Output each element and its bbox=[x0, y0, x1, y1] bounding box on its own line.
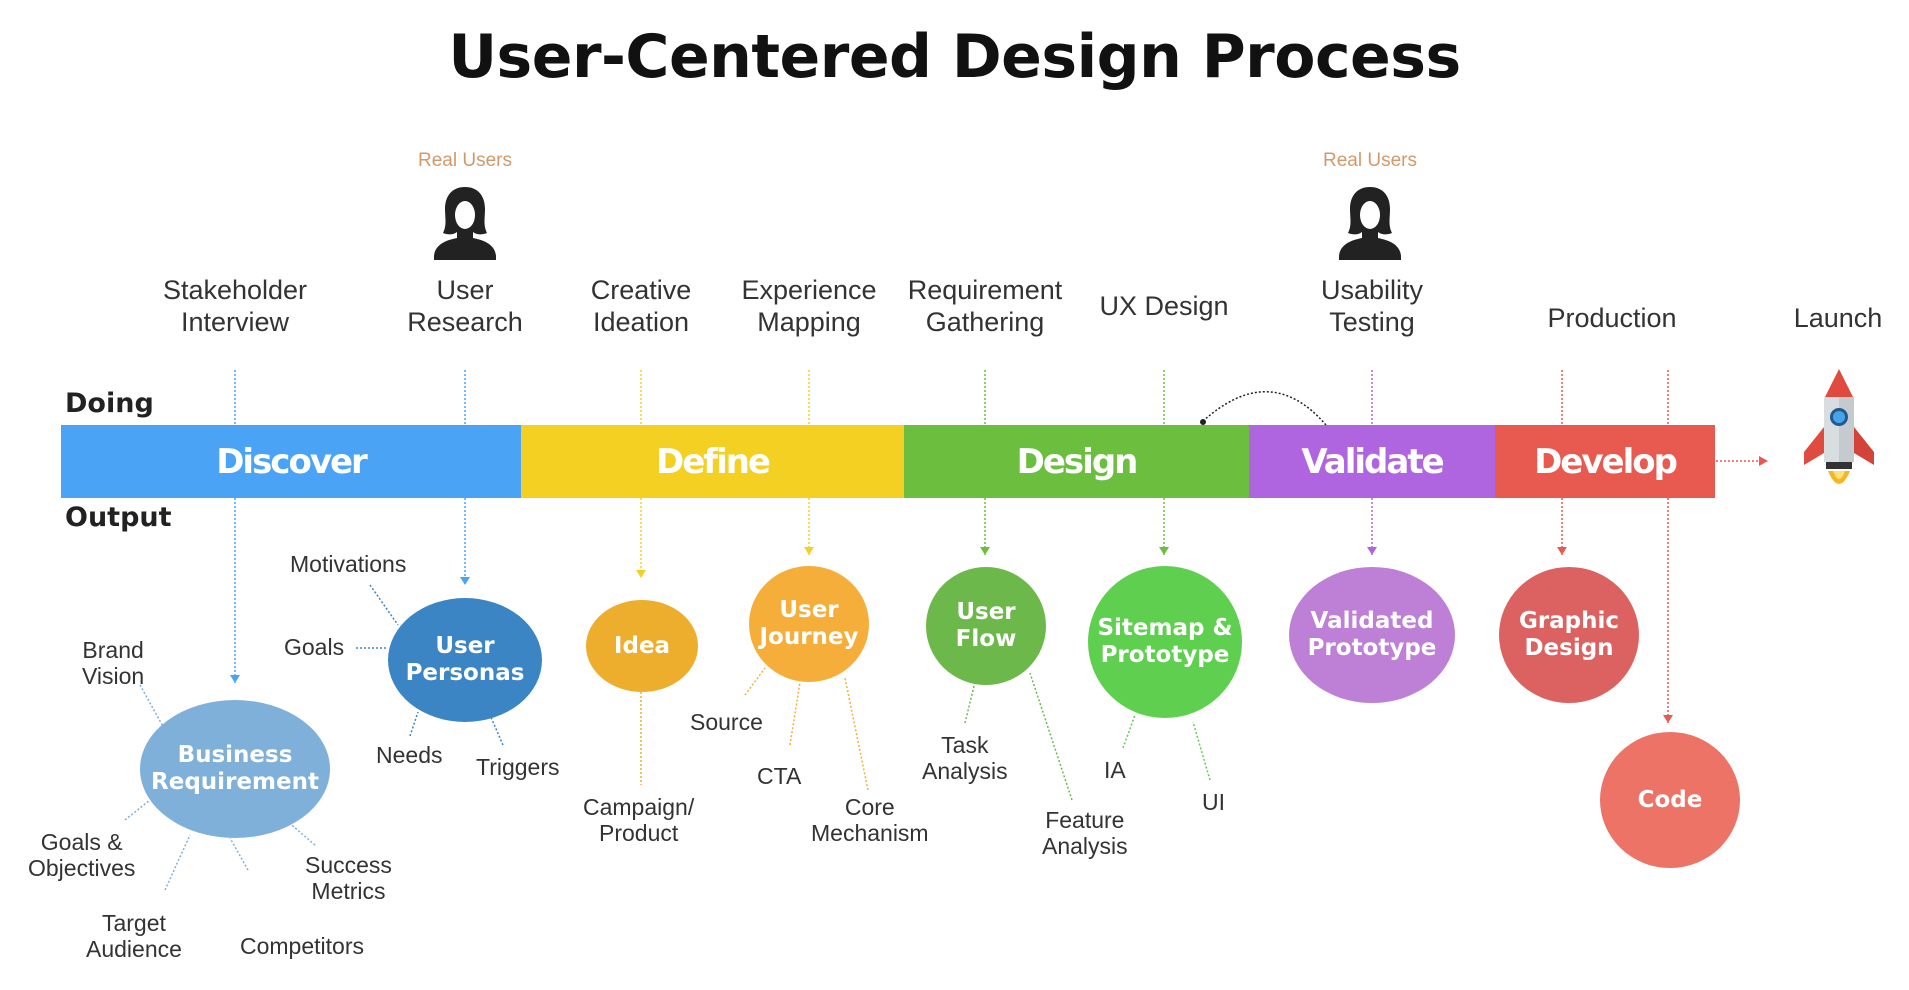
sub-item-connector bbox=[369, 584, 399, 626]
phase-define: Define bbox=[521, 425, 904, 498]
arrowhead bbox=[1159, 547, 1169, 555]
sub-item-connector bbox=[844, 677, 869, 791]
phase-validate: Validate bbox=[1249, 425, 1495, 498]
activity-ux-design: UX Design bbox=[1099, 291, 1229, 321]
sub-item-connector bbox=[744, 667, 766, 696]
activity-launch: Launch bbox=[1793, 303, 1883, 333]
real-users-label-testing: Real Users bbox=[1323, 150, 1417, 171]
sub-ui: UI bbox=[1202, 789, 1225, 815]
output-label: Output bbox=[65, 502, 172, 533]
activity-stakeholder-interview: Stakeholder Interview bbox=[162, 275, 308, 337]
sub-feature-analysis: Feature Analysis bbox=[1042, 807, 1128, 859]
sub-item-connector bbox=[489, 714, 504, 746]
arrowhead bbox=[1557, 547, 1567, 555]
arrowhead bbox=[230, 675, 240, 683]
sub-source: Source bbox=[690, 709, 763, 735]
phase-discover: Discover bbox=[61, 425, 521, 498]
arrowhead bbox=[1663, 715, 1673, 723]
rocket-icon bbox=[1800, 367, 1878, 502]
sub-brand-vision: Brand Vision bbox=[82, 637, 145, 689]
sub-triggers: Triggers bbox=[476, 754, 560, 780]
sub-item-connector bbox=[124, 799, 151, 821]
output-validated-prototype: Validated Prototype bbox=[1289, 567, 1455, 703]
sub-item-connector bbox=[1122, 714, 1136, 749]
arrowhead bbox=[1367, 547, 1377, 555]
phase-design: Design bbox=[904, 425, 1249, 498]
phase-develop: Develop bbox=[1495, 425, 1715, 498]
sub-motivations: Motivations bbox=[290, 551, 407, 577]
sub-task-analysis: Task Analysis bbox=[922, 732, 1008, 784]
sub-competitors: Competitors bbox=[240, 933, 364, 959]
sub-item-connector bbox=[964, 681, 976, 724]
arrowhead bbox=[460, 577, 470, 585]
sub-cta: CTA bbox=[757, 763, 802, 789]
output-code: Code bbox=[1600, 732, 1740, 868]
output-graphic-design: Graphic Design bbox=[1499, 567, 1639, 703]
arrowhead bbox=[636, 570, 646, 578]
sub-item-connector bbox=[164, 834, 191, 891]
output-user-journey: User Journey bbox=[749, 566, 869, 682]
output-sitemap-prototype: Sitemap & Prototype bbox=[1088, 566, 1242, 718]
person-icon bbox=[430, 185, 500, 266]
output-user-personas: User Personas bbox=[388, 598, 542, 722]
sub-core-mechanism: Core Mechanism bbox=[811, 794, 929, 846]
sub-item-connector bbox=[229, 837, 249, 871]
arrowhead bbox=[1759, 456, 1768, 466]
arrowhead bbox=[804, 547, 814, 555]
arrowhead bbox=[980, 547, 990, 555]
output-idea: Idea bbox=[586, 600, 698, 692]
sub-goals-objectives: Goals & Objectives bbox=[28, 829, 136, 881]
sub-item-connector bbox=[139, 684, 166, 731]
sub-needs: Needs bbox=[376, 742, 443, 768]
sub-campaign-product: Campaign/ Product bbox=[583, 794, 695, 846]
page-title: User-Centered Design Process bbox=[448, 22, 1461, 92]
sub-ia: IA bbox=[1104, 757, 1126, 783]
sub-success-metrics: Success Metrics bbox=[305, 852, 392, 904]
loop-arrow-icon bbox=[1201, 391, 1327, 426]
sub-target-audience: Target Audience bbox=[86, 910, 182, 962]
person-icon bbox=[1335, 185, 1405, 266]
real-users-label-research: Real Users bbox=[418, 150, 512, 171]
sub-item-connector bbox=[1192, 721, 1211, 781]
activity-production: Production bbox=[1547, 303, 1677, 333]
output-business-requirement: Business Requirement bbox=[140, 700, 330, 838]
sub-item-connector bbox=[409, 711, 419, 737]
activity-usability-testing: Usability Testing bbox=[1320, 275, 1424, 337]
output-user-flow: User Flow bbox=[926, 567, 1046, 685]
sub-item-connector bbox=[1029, 672, 1073, 801]
sub-goals: Goals bbox=[284, 634, 345, 660]
sub-item-connector bbox=[789, 681, 801, 746]
doing-label: Doing bbox=[65, 388, 154, 419]
